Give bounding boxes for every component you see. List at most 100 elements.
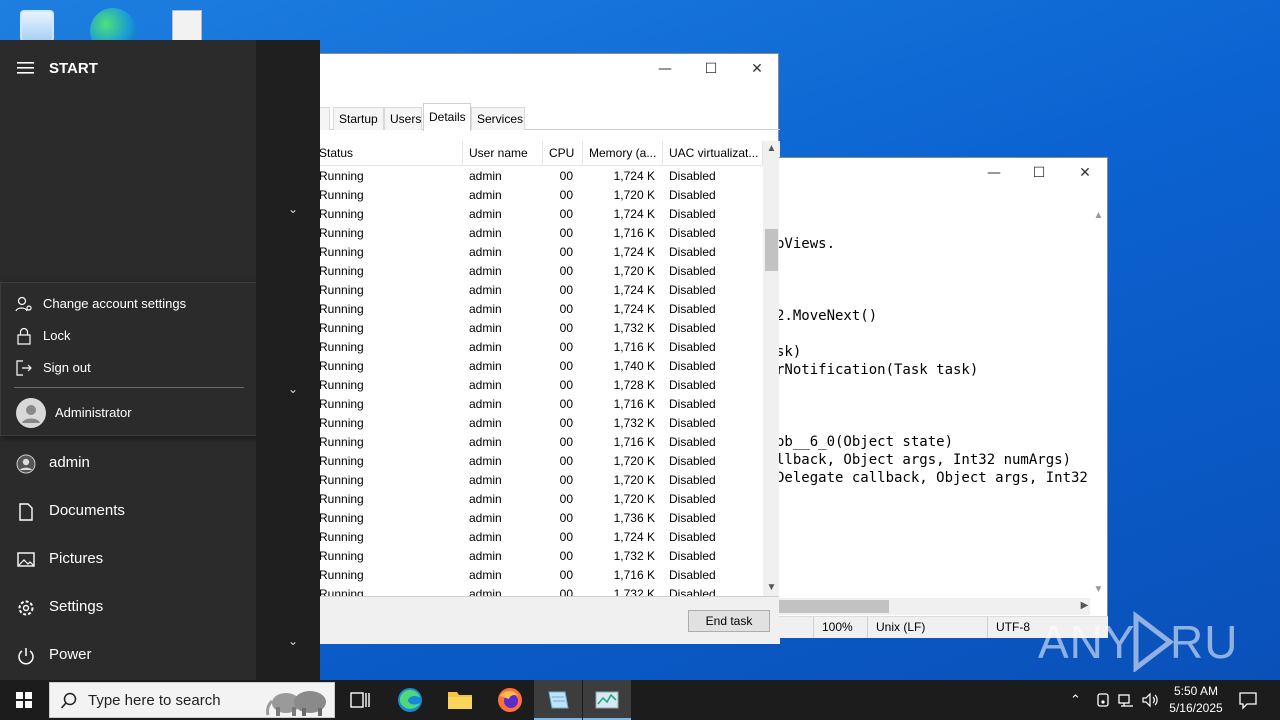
status-cell: Running — [319, 340, 364, 354]
user-name-cell: admin — [469, 549, 502, 563]
start-item-pictures[interactable]: Pictures — [0, 536, 256, 584]
tab-services[interactable]: Services — [471, 107, 525, 130]
column-header-status[interactable]: Status — [313, 141, 463, 166]
device-icon[interactable] — [1094, 691, 1112, 709]
lock-item[interactable]: Lock — [1, 321, 257, 351]
close-button[interactable]: ✕ — [734, 54, 780, 84]
cpu-cell: 00 — [559, 245, 573, 259]
file-explorer-icon[interactable] — [436, 680, 484, 720]
column-header-cpu[interactable]: CPU — [543, 141, 583, 166]
task-manager-taskbar-icon[interactable] — [583, 680, 631, 720]
status-cell: Running — [319, 378, 364, 392]
cpu-cell: 00 — [559, 492, 573, 506]
chevron-down-icon[interactable]: ⌄ — [283, 202, 303, 216]
memory-cell: 1,740 K — [613, 359, 655, 373]
notepad-vertical-scrollbar[interactable]: ▲ ▼ — [1090, 208, 1107, 598]
line-ending: Unix (LF) — [867, 617, 987, 638]
uac-cell: Disabled — [669, 397, 716, 411]
notification-icon[interactable] — [1238, 690, 1258, 710]
status-cell: Running — [319, 207, 364, 221]
administrator-item[interactable]: Administrator — [1, 395, 257, 431]
notepad-window: — ☐ ✕ oViews. 2.MoveNext() sk) rNotificatio… — [779, 157, 1108, 638]
task-view-icon[interactable] — [336, 680, 384, 720]
notepad-maximize-button[interactable]: ☐ — [1016, 158, 1062, 188]
notepad-taskbar-icon[interactable] — [534, 680, 582, 720]
lock-label: Lock — [43, 328, 71, 343]
scroll-down-icon[interactable]: ▼ — [1090, 582, 1107, 598]
user-name-cell: admin — [469, 245, 502, 259]
taskbar-search-box[interactable]: Type here to search — [49, 682, 335, 718]
file-desktop-icon[interactable] — [172, 6, 216, 46]
chevron-down-icon[interactable]: ⌄ — [283, 382, 303, 396]
start-item-documents[interactable]: Documents — [0, 488, 256, 536]
user-name-cell: admin — [469, 169, 502, 183]
status-cell: Running — [319, 473, 364, 487]
memory-cell: 1,720 K — [613, 492, 655, 506]
hamburger-icon[interactable] — [17, 61, 34, 75]
network-icon[interactable] — [1117, 691, 1135, 709]
user-name-cell: admin — [469, 454, 502, 468]
memory-cell: 1,724 K — [613, 245, 655, 259]
user-name-cell: admin — [469, 492, 502, 506]
memory-cell: 1,732 K — [613, 587, 655, 596]
uac-cell: Disabled — [669, 511, 716, 525]
status-cell: Running — [319, 264, 364, 278]
pictures-icon — [16, 550, 36, 570]
cpu-cell: 00 — [559, 359, 573, 373]
recycle-bin-icon[interactable] — [16, 6, 60, 42]
tab-startup[interactable]: Startup — [333, 107, 384, 130]
change-account-settings-item[interactable]: Change account settings — [1, 289, 257, 319]
notepad-close-button[interactable]: ✕ — [1062, 158, 1108, 188]
account-popup: Change account settings Lock Sign out Ad… — [0, 282, 258, 436]
scroll-up-icon[interactable]: ▲ — [763, 141, 780, 157]
edge-desktop-icon[interactable] — [88, 6, 136, 54]
uac-cell: Disabled — [669, 492, 716, 506]
start-item-user[interactable]: admin — [0, 440, 256, 488]
start-item-label: Settings — [49, 598, 104, 615]
status-cell: Running — [319, 283, 364, 297]
start-item-power[interactable]: Power — [0, 632, 256, 680]
status-cell: Running — [319, 530, 364, 544]
memory-cell: 1,720 K — [613, 473, 655, 487]
maximize-button[interactable]: ☐ — [688, 54, 734, 84]
tab-users[interactable]: Users — [384, 107, 422, 130]
code-line: ob__6_0(Object state) — [779, 434, 954, 450]
scrollbar-thumb[interactable] — [765, 229, 778, 271]
cpu-cell: 00 — [559, 397, 573, 411]
cpu-cell: 00 — [559, 321, 573, 335]
volume-icon[interactable] — [1141, 691, 1159, 709]
start-item-settings[interactable]: Settings — [0, 584, 256, 632]
code-line: rNotification(Task task) — [779, 362, 979, 378]
edge-icon[interactable] — [386, 680, 434, 720]
memory-cell: 1,724 K — [613, 283, 655, 297]
column-header-memory[interactable]: Memory (a... — [583, 141, 663, 166]
chevron-down-icon[interactable]: ⌄ — [283, 634, 303, 648]
status-cell: Running — [319, 454, 364, 468]
chevron-up-icon[interactable]: ⌃ — [1070, 692, 1086, 708]
sign-out-icon — [15, 359, 33, 377]
memory-cell: 1,736 K — [613, 511, 655, 525]
uac-cell: Disabled — [669, 473, 716, 487]
notepad-minimize-button[interactable]: — — [971, 158, 1017, 188]
status-cell: Running — [319, 416, 364, 430]
clock[interactable]: 5:50 AM 5/16/2025 — [1160, 683, 1232, 717]
sign-out-item[interactable]: Sign out — [1, 353, 257, 383]
cpu-cell: 00 — [559, 511, 573, 525]
column-header-user-name[interactable]: User name — [463, 141, 543, 166]
column-header-uac[interactable]: UAC virtualizat... — [663, 141, 763, 166]
end-task-button[interactable]: End task — [688, 610, 770, 632]
scroll-down-icon[interactable]: ▼ — [763, 580, 780, 596]
tab-details[interactable]: Details — [423, 103, 471, 131]
uac-cell: Disabled — [669, 245, 716, 259]
scroll-up-icon[interactable]: ▲ — [1090, 208, 1107, 224]
text-editor-area[interactable]: oViews. 2.MoveNext() sk) rNotification(Task… — [779, 208, 1089, 598]
user-name-cell: admin — [469, 340, 502, 354]
firefox-icon[interactable] — [486, 680, 534, 720]
user-name-cell: admin — [469, 568, 502, 582]
windows-start-button[interactable] — [0, 680, 48, 720]
cpu-cell: 00 — [559, 473, 573, 487]
scrollbar-thumb[interactable] — [779, 600, 889, 613]
status-cell: Running — [319, 492, 364, 506]
minimize-button[interactable]: — — [642, 54, 688, 84]
vertical-scrollbar[interactable]: ▲ ▼ — [763, 141, 780, 596]
